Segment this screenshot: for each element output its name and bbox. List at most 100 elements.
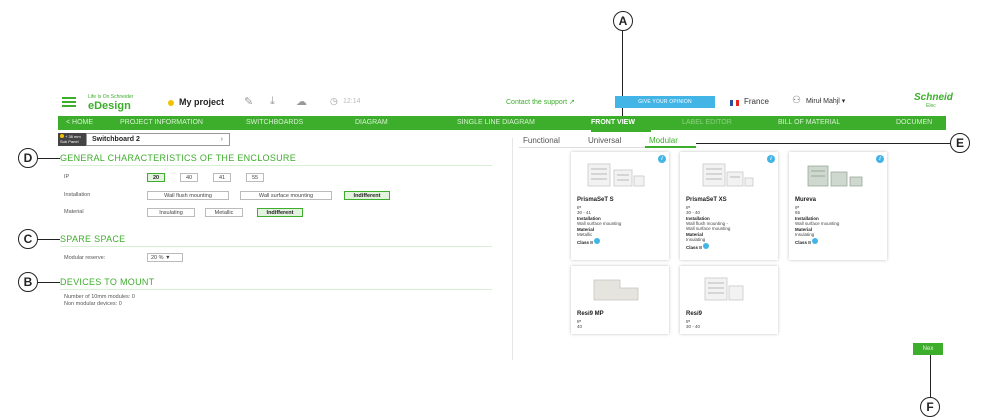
enclosure-image [587,163,645,187]
material-option-insulating[interactable]: Insulating [147,208,195,217]
card-name: Resi9 [686,311,703,317]
modular-reserve-label: Modular reserve: [64,255,106,261]
download-icon[interactable]: ⤓ [270,95,275,108]
enclosure-image [593,279,639,301]
installation-label: Installation [64,192,91,198]
clock-icon: ◷ [330,96,338,106]
info-icon[interactable] [812,238,819,244]
tab-active-underline [645,146,696,148]
enclosure-image [704,277,744,301]
top-bar: Life Is On Schneider eDesign My project … [58,92,953,114]
section-spare-title: SPARE SPACE [60,234,126,244]
tab-functional[interactable]: Functional [523,136,560,145]
product-card-resi9[interactable]: Resi9 IP 30 - 40 [680,266,778,334]
callout-a: A [613,11,633,31]
nav-project-information[interactable]: PROJECT INFORMATION [120,119,203,126]
card-material-value: Insulating [795,232,815,237]
ip-option-41[interactable]: 41 [213,173,231,182]
card-ip-value: 30 - 40 [686,210,701,215]
section-general-rule [60,165,492,166]
enclosure-image [807,165,863,187]
card-class-text: Class II [686,245,702,250]
external-link-icon: ↗ [569,99,575,106]
card-class: Class II [686,243,710,250]
section-spare-rule [60,246,492,247]
installation-option-surface[interactable]: Wall surface mounting [240,191,332,200]
card-installation-value: Wall surface mounting [577,221,622,226]
chevron-down-icon: ▾ [841,98,846,105]
section-devices-rule [60,289,492,290]
product-card-mureva[interactable]: i Mureva IP 65 Installation Wall surface… [789,152,887,260]
section-devices-title: DEVICES TO MOUNT [60,277,155,287]
modular-reserve-select[interactable]: 20 % ▼ [147,253,183,262]
material-option-indifferent[interactable]: Indifferent [257,208,303,217]
contact-support-link[interactable]: Contact the support ↗ [506,98,575,106]
info-icon[interactable]: i [767,155,775,163]
card-name: Resi9 MP [577,311,604,317]
installation-option-indifferent[interactable]: Indifferent [344,191,390,200]
callout-d: D [18,148,38,168]
switchboard-select[interactable]: Switchboard 2 › [86,133,230,146]
installation-option-flush[interactable]: Wall flush mounting [147,191,229,200]
ip-label: IP [64,174,70,180]
give-opinion-button[interactable]: GIVE YOUR OPINION [615,96,715,108]
section-general-title: GENERAL CHARACTERISTICS OF THE ENCLOSURE [60,153,297,163]
info-icon[interactable]: i [876,155,884,163]
nav-bill-of-material[interactable]: BILL OF MATERIAL [778,119,840,126]
card-installation-value-2: Wall surface mounting [686,226,731,231]
card-class-text: Class II [795,240,811,245]
card-ip-value: 30 - 41 [577,210,592,215]
brand-logo: Schneid [914,92,953,103]
chevron-right-icon: › [220,136,223,143]
app-logo[interactable]: eDesign [88,100,131,112]
nav-front-view[interactable]: FRONT VIEW [591,119,635,126]
info-icon[interactable]: i [658,155,666,163]
enclosure-image [702,163,754,187]
material-label: Material [64,209,84,215]
nav-label-editor[interactable]: LABEL EDITOR [682,119,732,126]
card-class: Class II [795,238,819,245]
callout-f: F [920,397,940,417]
user-menu[interactable]: Miruł Mahjl ▾ [806,97,845,105]
ip-option-40[interactable]: 40 [180,173,198,182]
info-icon[interactable] [703,243,710,249]
nav-diagram[interactable]: DIAGRAM [355,119,388,126]
info-icon[interactable] [594,238,601,244]
product-card-prismaset-s[interactable]: i PrismaSeT S IP 30 - 41 Installation Wa… [571,152,669,260]
card-class: Class II [577,238,601,245]
material-option-metallic[interactable]: Metallic [205,208,243,217]
nav-documents[interactable]: DOCUMEN [896,119,932,126]
card-name: PrismaSeT XS [686,197,727,203]
user-icon: ⚇ [792,95,801,106]
next-button[interactable]: Nex [913,343,943,355]
tab-modular[interactable]: Modular [649,136,678,145]
support-label: Contact the support [506,99,568,106]
nav-active-underline [591,130,651,132]
card-ip-value: 40 [577,324,583,329]
callout-b-line [38,282,60,283]
project-name[interactable]: My project [179,97,224,107]
card-material-value: Metallic [577,232,593,237]
ip-option-55[interactable]: 55 [246,173,264,182]
switchboard-select-value: Switchboard 2 [92,136,140,143]
product-card-prismaset-xs[interactable]: i PrismaSeT XS IP 30 - 40 Installation W… [680,152,778,260]
nav-switchboards[interactable]: SWITCHBOARDS [246,119,303,126]
main-nav: < HOME PROJECT INFORMATION SWITCHBOARDS … [58,116,946,130]
card-name: PrismaSeT S [577,197,614,203]
ip-option-20[interactable]: 20 [147,173,165,182]
nav-single-line-diagram[interactable]: SINGLE LINE DIAGRAM [457,119,535,126]
nav-home[interactable]: < HOME [66,119,93,126]
product-card-resi9-mp[interactable]: Resi9 MP IP 40 [571,266,669,334]
country-selector[interactable]: France [744,97,769,106]
hamburger-icon[interactable] [62,97,76,99]
card-class-text: Class II [577,240,593,245]
cloud-icon[interactable]: ☁ [296,95,307,108]
tab-universal[interactable]: Universal [588,136,621,145]
sub-panel-badge[interactable]: + 38 mm Sub Panel [58,133,86,146]
callout-b: B [18,272,38,292]
pencil-icon[interactable]: ✎ [244,95,253,108]
callout-e-line [696,143,950,144]
card-ip-value: 65 [795,210,801,215]
callout-e: E [950,133,970,153]
brand-logo-sub: Elec [926,103,936,109]
